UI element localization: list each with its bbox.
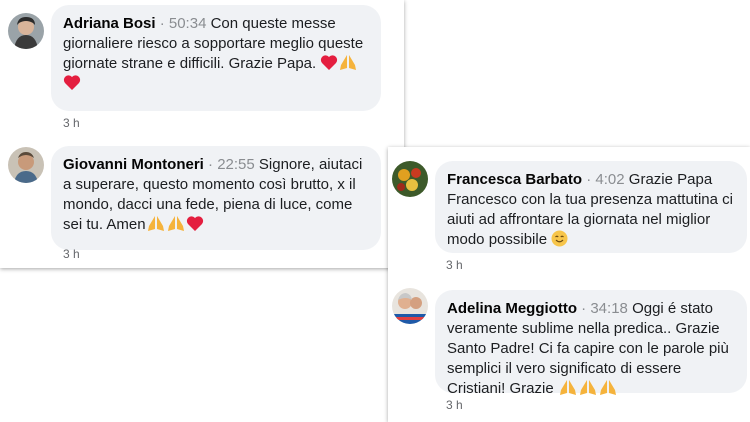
comment-item: Giovanni Montoneri · 22:55 Signore, aiut… [0, 140, 404, 268]
comment-item: Francesca Barbato · 4:02 Grazie Papa Fra… [388, 147, 750, 282]
smile-emoji-icon [551, 230, 568, 247]
pray-emoji-icon [340, 55, 357, 70]
separator: · [208, 156, 214, 173]
avatar[interactable] [392, 288, 428, 324]
comment-timestamp[interactable]: 4:02 [595, 171, 624, 188]
comment-timestamp[interactable]: 22:55 [217, 156, 255, 173]
comment-bubble: Francesca Barbato · 4:02 Grazie Papa Fra… [435, 161, 747, 253]
comments-panel-left: Adriana Bosi · 50:34 Con queste messe gi… [0, 0, 404, 268]
heart-emoji-icon [63, 75, 81, 90]
separator: · [581, 300, 587, 317]
pray-emoji-icon [167, 216, 184, 231]
heart-emoji-icon [186, 216, 203, 231]
pray-emoji-icon [579, 380, 596, 395]
separator: · [586, 171, 592, 188]
comment-item: Adriana Bosi · 50:34 Con queste messe gi… [0, 0, 404, 140]
comment-bubble: Adelina Meggiotto · 34:18 Oggi é stato v… [435, 290, 747, 397]
comment-age[interactable]: 3 h [446, 258, 463, 272]
comment-author[interactable]: Francesca Barbato [447, 171, 582, 188]
comment-timestamp[interactable]: 50:34 [169, 15, 207, 32]
avatar[interactable] [8, 147, 44, 183]
heart-emoji-icon [321, 55, 338, 70]
comment-timestamp[interactable]: 34:18 [590, 300, 628, 317]
avatar[interactable] [8, 13, 44, 49]
comments-panel-right: Francesca Barbato · 4:02 Grazie Papa Fra… [388, 147, 750, 422]
pray-emoji-icon [559, 380, 576, 395]
pray-emoji-icon [147, 216, 164, 231]
separator: · [159, 15, 165, 32]
comment-bubble: Adriana Bosi · 50:34 Con queste messe gi… [51, 5, 381, 111]
avatar[interactable] [392, 161, 428, 197]
pray-emoji-icon [599, 380, 616, 395]
comment-age[interactable]: 3 h [63, 116, 80, 130]
comment-author[interactable]: Adelina Meggiotto [447, 300, 577, 317]
comment-author[interactable]: Giovanni Montoneri [63, 156, 204, 173]
comment-bubble: Giovanni Montoneri · 22:55 Signore, aiut… [51, 146, 381, 250]
comment-item: Adelina Meggiotto · 34:18 Oggi é stato v… [388, 282, 750, 422]
comment-age[interactable]: 3 h [63, 247, 80, 261]
emoji-row [146, 216, 204, 233]
comment-age[interactable]: 3 h [446, 398, 463, 412]
comment-author[interactable]: Adriana Bosi [63, 15, 156, 32]
emoji-row [558, 380, 618, 397]
